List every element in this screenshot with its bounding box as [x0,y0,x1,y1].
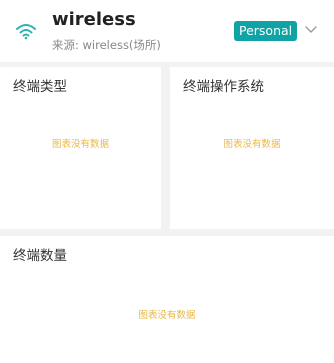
terminal-count-card: 终端数量 图表没有数据 [0,236,334,363]
page-header: wireless 来源: wireless(场所) Personal [0,0,334,62]
no-data-text: 图表没有数据 [223,139,281,150]
wifi-icon [16,24,36,40]
personal-badge[interactable]: Personal [234,21,298,41]
source-label: 来源: wireless(场所) [52,38,161,52]
card-title: 终端类型 [13,79,67,95]
card-title: 终端数量 [13,248,67,264]
no-data-text: 图表没有数据 [138,310,196,321]
no-data-text: 图表没有数据 [51,139,109,150]
chevron-down-icon[interactable] [305,24,317,34]
card-title: 终端操作系统 [183,79,264,95]
terminal-os-card: 终端操作系统 图表没有数据 [170,67,334,229]
terminal-type-card: 终端类型 图表没有数据 [0,67,161,229]
network-title: wireless [52,9,136,30]
